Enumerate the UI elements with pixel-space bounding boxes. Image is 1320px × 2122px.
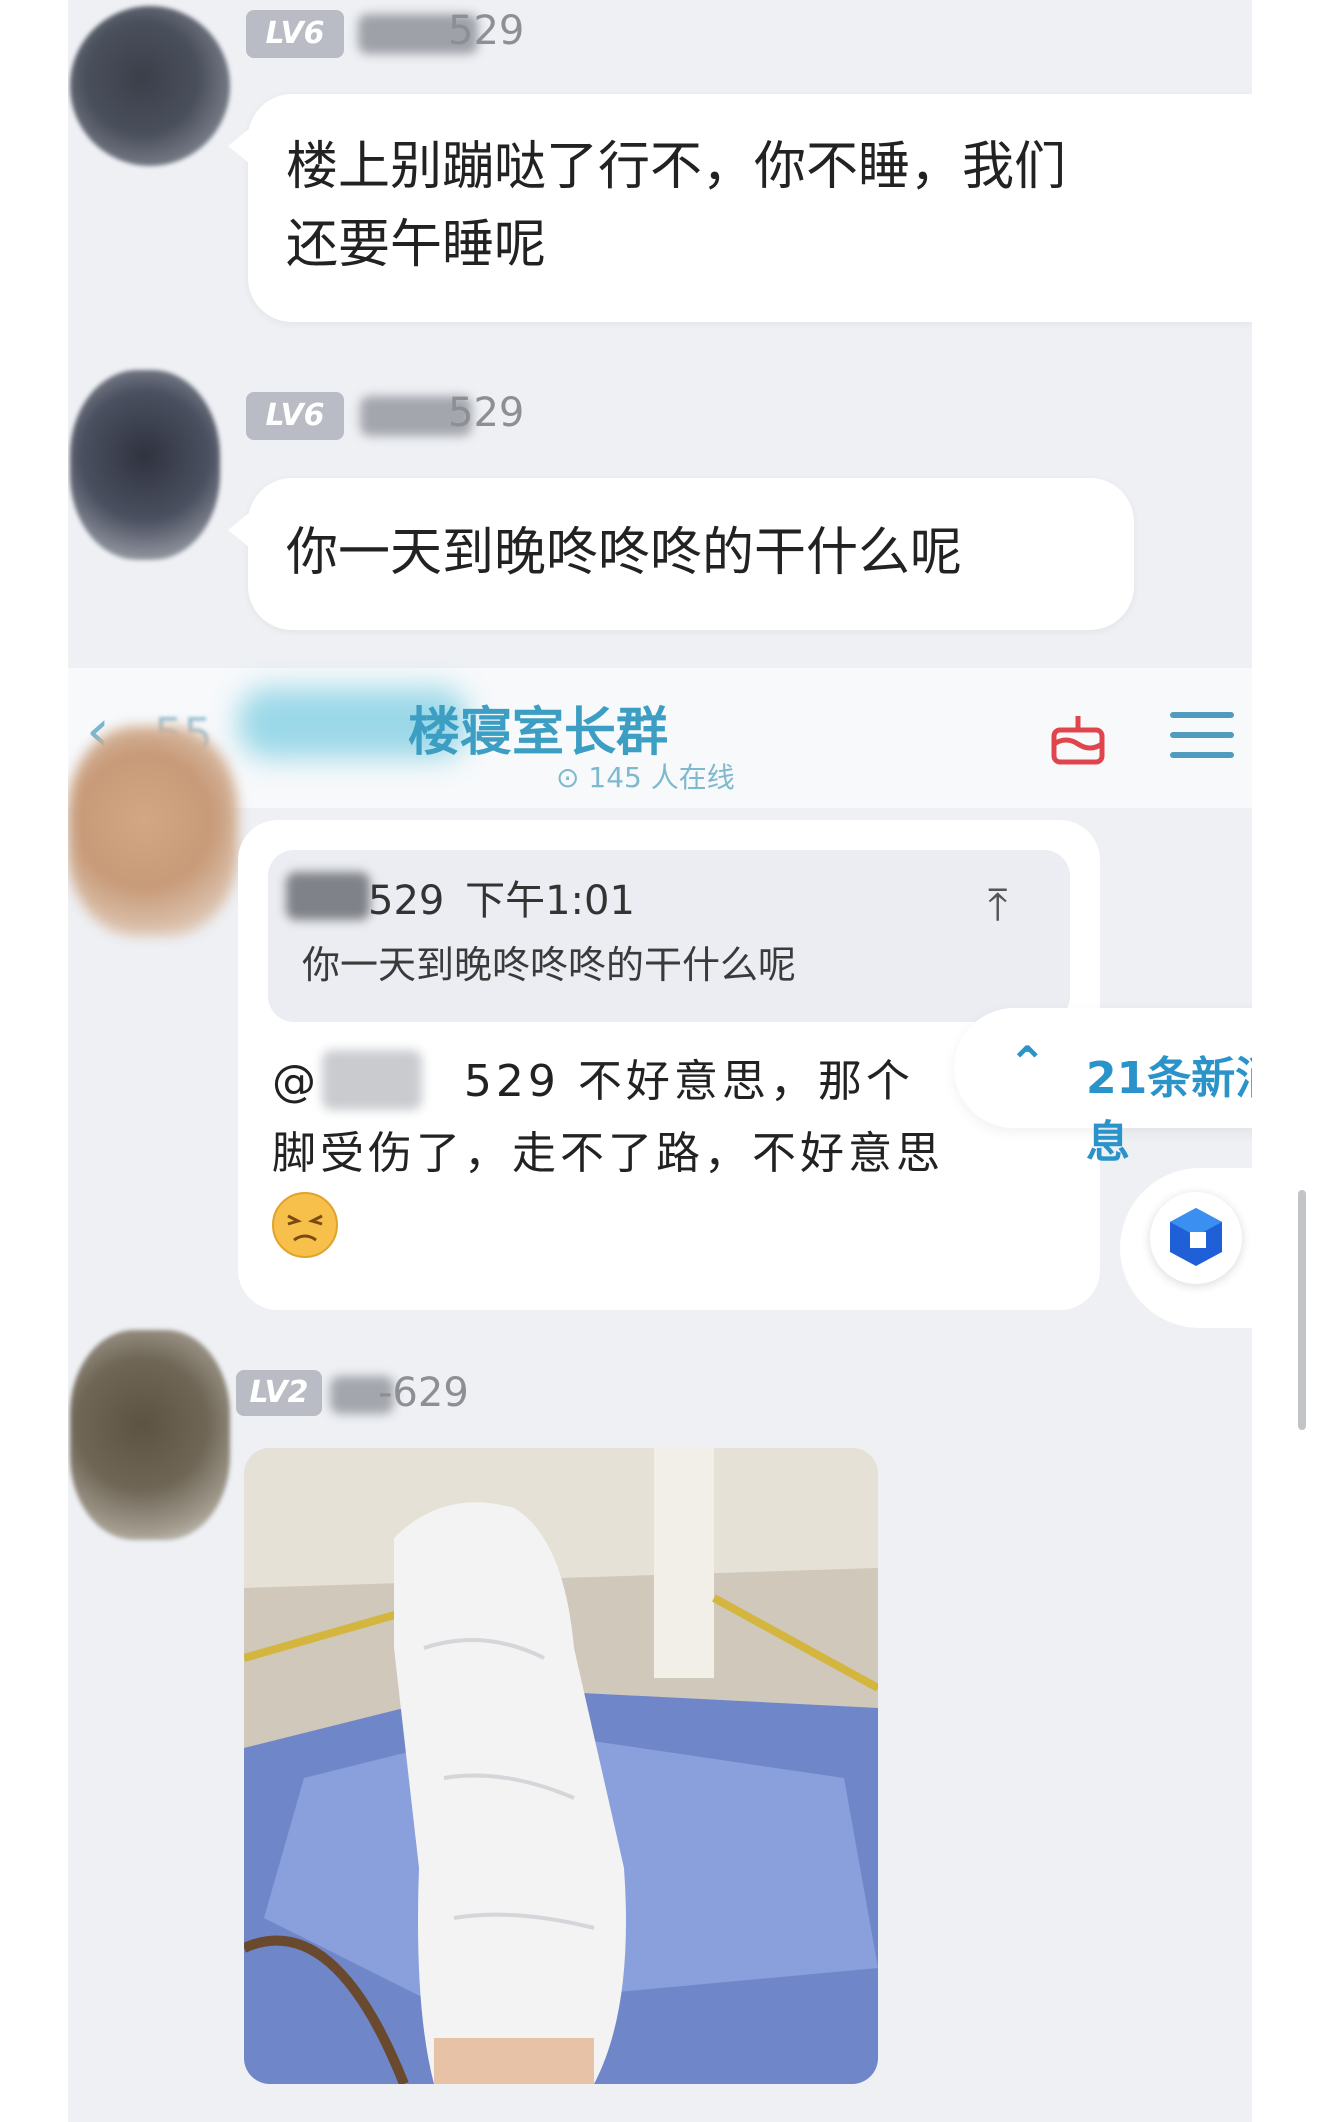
bubble-tail [228, 512, 250, 548]
reply-text: @ 529 不好意思，那个 脚受伤了，走不了路，不好意思 [272, 1046, 1032, 1190]
persevering-face-emoji [272, 1192, 338, 1258]
level-badge: LV6 [246, 392, 344, 440]
cube-logo-icon [1150, 1192, 1242, 1284]
message-text: 你一天到晚咚咚咚的干什么呢 [286, 523, 963, 583]
double-chevron-up-icon: ⌃ [1008, 1036, 1047, 1090]
scrollbar[interactable] [1298, 1190, 1306, 1430]
online-count: 145 人在线 [588, 761, 735, 794]
message-bubble[interactable]: 你一天到晚咚咚咚的干什么呢 [228, 478, 1134, 630]
chat-screen: LV6 529 楼上别蹦哒了行不，你不睡，我们 还要午睡呢 LV6 529 你一… [68, 0, 1252, 2122]
floating-app-button[interactable] [1120, 1168, 1252, 1328]
avatar[interactable] [68, 726, 238, 936]
level-badge: LV2 [236, 1370, 322, 1416]
bandaged-foot-photo [244, 1448, 878, 2084]
gift-box-icon[interactable] [1048, 708, 1108, 768]
sender-name: 529 [448, 390, 525, 436]
online-clock-icon: ⊙ [556, 761, 580, 794]
message-text: 还要午睡呢 [286, 215, 547, 275]
menu-icon[interactable] [1170, 712, 1234, 772]
reply-line: @ 529 不好意思，那个 [272, 1056, 914, 1107]
jump-to-original-icon[interactable]: ⤒ [988, 880, 1007, 931]
avatar[interactable] [70, 1330, 230, 1540]
avatar[interactable] [70, 6, 230, 166]
reply-line: 脚受伤了，走不了路，不好意思 [272, 1128, 944, 1179]
bubble-tail [228, 128, 250, 164]
sender-name: -629 [378, 1370, 469, 1416]
quote-text: 你一天到晚咚咚咚的干什么呢 [302, 943, 797, 987]
level-badge: LV6 [246, 10, 344, 58]
quote-header: 529 下午1:01 [368, 868, 635, 926]
quote-time: 下午1:01 [465, 878, 635, 924]
group-title: 楼寝室长群 [408, 703, 669, 763]
message-text: 楼上别蹦哒了行不，你不睡，我们 [286, 137, 1067, 197]
new-messages-button[interactable]: ⌃ 21条新消息 [954, 1008, 1252, 1168]
online-status: ⊙ 145 人在线 [556, 756, 735, 796]
quoted-message[interactable]: 529 下午1:01 ⤒ 你一天到晚咚咚咚的干什么呢 [268, 850, 1070, 1022]
quote-sender: 529 [368, 878, 445, 924]
nickname-redaction [286, 872, 370, 920]
sender-name: 529 [448, 8, 525, 54]
avatar[interactable] [70, 370, 220, 560]
image-message[interactable] [244, 1448, 878, 2084]
new-messages-label: 21条新消息 [1086, 1053, 1252, 1168]
group-chat-header: ‹ 55 楼寝室长群 ⊙ 145 人在线 [68, 668, 1252, 808]
message-bubble[interactable]: 楼上别蹦哒了行不，你不睡，我们 还要午睡呢 [228, 94, 1252, 322]
